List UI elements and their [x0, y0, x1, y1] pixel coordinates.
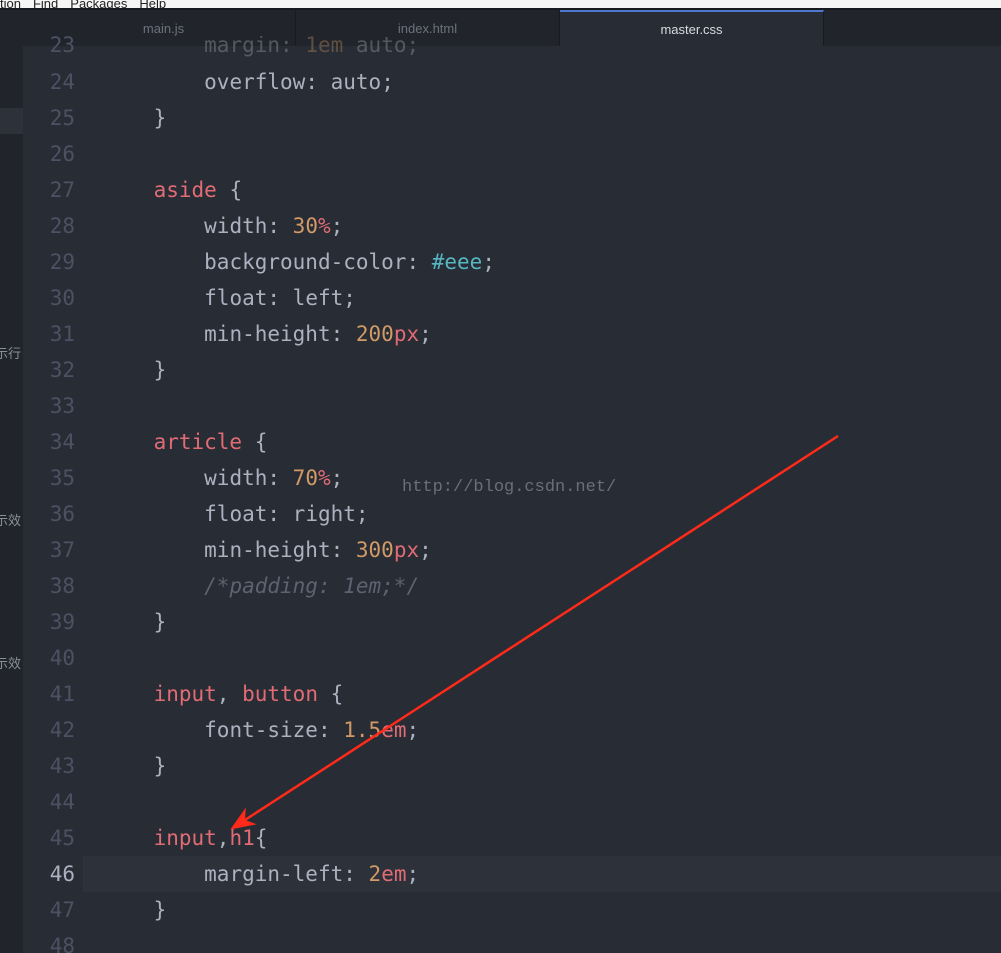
line-number: 32	[23, 352, 75, 388]
code-area[interactable]: margin: 1em auto; overflow: auto; } asid…	[83, 46, 1001, 953]
line-number: 41	[23, 676, 75, 712]
line-number: 39	[23, 604, 75, 640]
code-line[interactable]	[103, 640, 1001, 676]
line-number-gutter: 2324252627282930313233343536373839404142…	[23, 46, 83, 953]
vertical-scrollbar[interactable]	[996, 46, 1001, 953]
code-line[interactable]: float: left;	[103, 280, 1001, 316]
line-number: 35	[23, 460, 75, 496]
code-line[interactable]: font-size: 1.5em;	[103, 712, 1001, 748]
line-number: 48	[23, 928, 75, 953]
tree-item-fragment[interactable]: 示效	[0, 653, 21, 672]
code-line[interactable]: margin-left: 2em;	[83, 856, 1001, 892]
line-number: 25	[23, 100, 75, 136]
code-line[interactable]: /*padding: 1em;*/	[103, 568, 1001, 604]
line-number: 30	[23, 280, 75, 316]
menu-item[interactable]: Find	[33, 0, 58, 8]
line-number: 40	[23, 640, 75, 676]
menu-bar[interactable]: tion Find Packages Help	[0, 0, 1001, 8]
code-line[interactable]	[103, 136, 1001, 172]
line-number: 47	[23, 892, 75, 928]
code-line[interactable]: }	[103, 892, 1001, 928]
line-number: 23	[23, 36, 75, 64]
menu-item[interactable]: Packages	[70, 0, 127, 8]
line-number: 44	[23, 784, 75, 820]
code-line[interactable]	[103, 928, 1001, 953]
code-line[interactable]	[103, 784, 1001, 820]
code-line[interactable]: input, button {	[103, 676, 1001, 712]
line-number: 33	[23, 388, 75, 424]
code-line[interactable]: background-color: #eee;	[103, 244, 1001, 280]
code-line[interactable]: }	[103, 748, 1001, 784]
workspace: 示行示效示效 232425262728293031323334353637383…	[0, 46, 1001, 953]
line-number: 28	[23, 208, 75, 244]
line-number: 29	[23, 244, 75, 280]
line-number: 37	[23, 532, 75, 568]
line-number: 43	[23, 748, 75, 784]
line-number: 45	[23, 820, 75, 856]
code-line[interactable]: aside {	[103, 172, 1001, 208]
code-line[interactable]: min-height: 300px;	[103, 532, 1001, 568]
line-number: 36	[23, 496, 75, 532]
code-line[interactable]: }	[103, 352, 1001, 388]
menu-item[interactable]: tion	[0, 0, 21, 8]
line-number: 26	[23, 136, 75, 172]
code-line[interactable]: input,h1{	[103, 820, 1001, 856]
line-number: 27	[23, 172, 75, 208]
code-line[interactable]: min-height: 200px;	[103, 316, 1001, 352]
line-number: 24	[23, 64, 75, 100]
code-line[interactable]: float: right;	[103, 496, 1001, 532]
tree-active-marker	[0, 108, 23, 134]
menu-item[interactable]: Help	[139, 0, 166, 8]
line-number: 38	[23, 568, 75, 604]
code-line[interactable]: }	[103, 100, 1001, 136]
code-line[interactable]: }	[103, 604, 1001, 640]
code-editor[interactable]: 2324252627282930313233343536373839404142…	[23, 46, 1001, 953]
code-line[interactable]: width: 70%;	[103, 460, 1001, 496]
line-number: 31	[23, 316, 75, 352]
code-line[interactable]	[103, 388, 1001, 424]
line-number: 34	[23, 424, 75, 460]
line-number: 46	[23, 856, 75, 892]
code-line[interactable]: article {	[103, 424, 1001, 460]
tree-item-fragment[interactable]: 示效	[0, 510, 21, 529]
side-panel: 示行示效示效	[0, 46, 23, 953]
code-line[interactable]: width: 30%;	[103, 208, 1001, 244]
code-line[interactable]: margin: 1em auto;	[103, 36, 1001, 64]
code-line[interactable]: overflow: auto;	[103, 64, 1001, 100]
line-number: 42	[23, 712, 75, 748]
tree-item-fragment[interactable]: 示行	[0, 343, 21, 362]
